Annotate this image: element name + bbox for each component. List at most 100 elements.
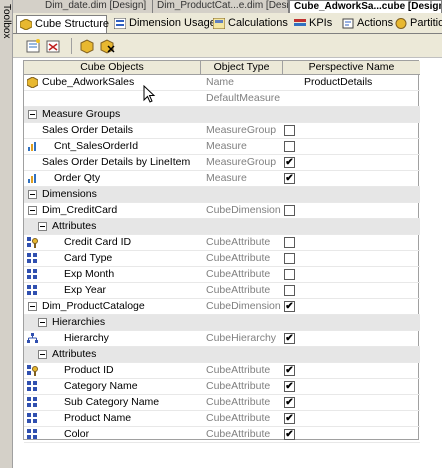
new-perspective-icon[interactable] <box>25 38 41 54</box>
tab-cube-structure-label: Cube Structure <box>35 18 109 30</box>
delete-perspective-icon[interactable] <box>45 38 61 54</box>
doc-tab-dim-productcataloge[interactable]: Dim_ProductCat...e.dim [Design] <box>153 0 289 13</box>
toolbar-separator <box>71 38 72 54</box>
mouse-cursor-icon <box>143 85 156 103</box>
row-label: Product ID <box>64 364 114 376</box>
tab-cube-structure[interactable]: Cube Structure <box>16 15 109 33</box>
document-tabs: Dim_date.dim [Design] Dim_ProductCat...e… <box>13 0 442 13</box>
tab-kpis-label: KPIs <box>309 17 333 29</box>
grid-row: Sales Order Details MeasureGroup <box>24 123 420 139</box>
perspective-include-checkbox[interactable] <box>284 125 295 136</box>
row-object-type: CubeAttribute <box>206 364 271 376</box>
show-all-icon[interactable] <box>99 38 115 54</box>
row-object-type: MeasureGroup <box>206 156 277 168</box>
row-label: Sales Order Details by LineItem <box>42 156 191 168</box>
doc-tab-dim-date[interactable]: Dim_date.dim [Design] <box>41 0 153 13</box>
perspective-include-checkbox[interactable] <box>284 205 295 216</box>
tab-calculations-label: Calculations <box>228 17 288 29</box>
perspective-include-checkbox[interactable]: ✔ <box>284 429 295 440</box>
grid-row: Dimensions <box>24 187 420 203</box>
row-label: Dimensions <box>42 188 97 200</box>
tab-actions[interactable]: Actions <box>339 15 394 33</box>
grid-row: Dim_CreditCard CubeDimension <box>24 203 420 219</box>
cube-name-row: Cube_AdworkSales Name ProductDetails <box>24 75 420 91</box>
default-measure-row: DefaultMeasure <box>24 91 420 107</box>
row-label: Order Qty <box>54 172 101 184</box>
perspective-include-checkbox[interactable] <box>284 141 295 152</box>
calculations-icon <box>213 18 225 29</box>
row-label: Attributes <box>52 348 97 360</box>
row-label: Cnt_SalesOrderId <box>54 140 139 152</box>
row-label: Hierarchy <box>64 332 109 344</box>
row-object-type: CubeAttribute <box>206 236 271 248</box>
row-label: Measure Groups <box>42 108 121 120</box>
perspective-include-checkbox[interactable] <box>284 269 295 280</box>
grid-row: Attributes <box>24 219 420 235</box>
perspective-include-checkbox[interactable]: ✔ <box>284 365 295 376</box>
grid-row: Dim_ProductCataloge CubeDimension ✔ <box>24 299 420 315</box>
tab-partitions-label: Partitions <box>410 17 442 29</box>
perspective-include-checkbox[interactable]: ✔ <box>284 157 295 168</box>
row-label: Sales Order Details <box>42 124 134 136</box>
row-object-type: Measure <box>206 140 247 152</box>
dimension-usage-icon <box>114 18 126 29</box>
row-object-type: CubeAttribute <box>206 252 271 264</box>
designer-view-tabs: Cube Structure Dimension Usage Calculati… <box>13 13 442 34</box>
perspective-include-checkbox[interactable]: ✔ <box>284 397 295 408</box>
row-label: Color <box>64 428 90 440</box>
perspective-include-checkbox[interactable]: ✔ <box>284 381 295 392</box>
tab-kpis[interactable]: KPIs <box>291 15 339 33</box>
perspective-include-checkbox[interactable] <box>284 237 295 248</box>
grid-row: Product Name CubeAttribute ✔ <box>24 411 420 427</box>
grid-row: Hierarchy CubeHierarchy ✔ <box>24 331 420 347</box>
grid-row: Color CubeAttribute ✔ <box>24 427 420 443</box>
row-label: Exp Month <box>64 268 115 280</box>
row-label: Credit Card ID <box>64 236 132 248</box>
actions-icon <box>342 18 354 29</box>
row-label: Dim_ProductCataloge <box>42 300 145 312</box>
grid-row: Card Type CubeAttribute <box>24 251 420 267</box>
grid-row: Credit Card ID CubeAttribute <box>24 235 420 251</box>
row-object-type: CubeAttribute <box>206 284 271 296</box>
row-object-type: CubeAttribute <box>206 268 271 280</box>
toolbox-label: Toolbox <box>1 4 12 39</box>
perspective-include-checkbox[interactable] <box>284 253 295 264</box>
grid-row: Category Name CubeAttribute ✔ <box>24 379 420 395</box>
perspective-include-checkbox[interactable]: ✔ <box>284 413 295 424</box>
perspective-include-checkbox[interactable]: ✔ <box>284 333 295 344</box>
row-label: Attributes <box>52 220 97 232</box>
rename-icon[interactable] <box>79 38 95 54</box>
tab-dimension-usage[interactable]: Dimension Usage <box>111 15 216 33</box>
grid-row: Measure Groups <box>24 107 420 123</box>
row-label: Dim_CreditCard <box>42 204 118 216</box>
row-label: Sub Category Name <box>64 396 160 408</box>
grid-row: Sub Category Name CubeAttribute ✔ <box>24 395 420 411</box>
column-header-cube-objects[interactable]: Cube Objects <box>24 61 201 75</box>
row-label: Category Name <box>64 380 138 392</box>
perspective-include-checkbox[interactable]: ✔ <box>284 173 295 184</box>
grid-row: Product ID CubeAttribute ✔ <box>24 363 420 379</box>
row-object-type: Measure <box>206 172 247 184</box>
tab-calculations[interactable]: Calculations <box>210 15 288 33</box>
perspectives-toolbar <box>13 34 442 58</box>
perspectives-grid: Cube Objects Object Type Perspective Nam… <box>23 60 420 443</box>
partitions-icon <box>395 18 407 29</box>
kpi-icon <box>294 19 306 26</box>
tab-dimension-usage-label: Dimension Usage <box>129 17 216 29</box>
row-object-type: CubeHierarchy <box>206 332 277 344</box>
tab-partitions[interactable]: Partitions <box>392 15 442 33</box>
cube-icon <box>20 19 32 30</box>
column-header-perspective-name[interactable]: Perspective Name <box>283 61 420 75</box>
perspective-include-checkbox[interactable]: ✔ <box>284 301 295 312</box>
row-object-type: CubeDimension <box>206 204 281 216</box>
perspective-include-checkbox[interactable] <box>284 285 295 296</box>
doc-tab-cube-design[interactable]: Cube_AdworkSa...cube [Design] <box>289 0 442 13</box>
toolbox-strip[interactable]: Toolbox <box>0 0 13 468</box>
tab-actions-label: Actions <box>357 17 394 29</box>
column-header-object-type[interactable]: Object Type <box>201 61 283 75</box>
perspective-name-value[interactable]: ProductDetails <box>304 75 372 90</box>
grid-row: Hierarchies <box>24 315 420 331</box>
row-label: Exp Year <box>64 284 107 296</box>
grid-row: Exp Year CubeAttribute <box>24 283 420 299</box>
grid-row: Cnt_SalesOrderId Measure <box>24 139 420 155</box>
